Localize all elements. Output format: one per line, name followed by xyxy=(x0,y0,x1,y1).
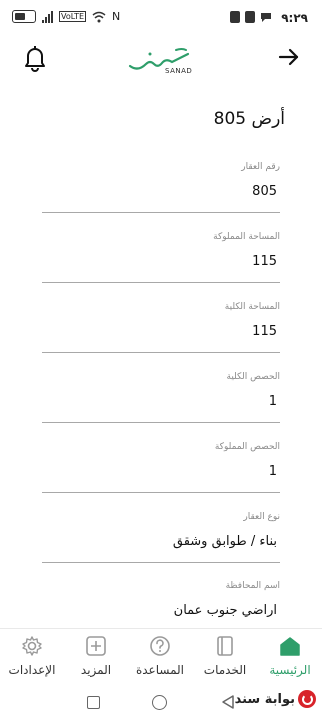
field-owned-area: المساحة المملوكة 115 xyxy=(42,232,280,283)
app-header: SANAD xyxy=(0,36,322,80)
watermark-text: بوابة سند xyxy=(234,691,295,707)
home-icon xyxy=(280,637,300,656)
gear-icon xyxy=(22,636,42,656)
nav-label: الخدمات xyxy=(203,663,247,677)
arrow-right-icon[interactable] xyxy=(278,46,300,68)
field-label: المساحة المملوكة xyxy=(213,232,280,242)
watermark-logo-icon xyxy=(298,690,316,708)
services-icon xyxy=(217,636,233,656)
sim-icon xyxy=(245,11,255,23)
signal-icon xyxy=(42,10,53,23)
recents-button[interactable] xyxy=(87,696,100,709)
field-label: رقم العقار xyxy=(241,162,280,172)
nav-label: الرئيسية xyxy=(269,663,311,677)
field-label: الحصص الكلية xyxy=(226,372,280,382)
nav-label: الإعدادات xyxy=(8,663,56,677)
nav-item-settings[interactable]: الإعدادات xyxy=(0,635,64,685)
nav-label: المساعدة xyxy=(135,663,185,677)
field-owned-shares: الحصص المملوكة 1 xyxy=(42,442,280,493)
upload-icon xyxy=(230,11,240,23)
bell-icon[interactable] xyxy=(22,44,48,72)
back-triangle-icon[interactable] xyxy=(221,694,235,710)
field-label: نوع العقار xyxy=(243,512,280,522)
battery-icon xyxy=(12,10,36,23)
field-value: بناء / طوابق وشقق xyxy=(172,534,277,549)
logo-text: SANAD xyxy=(165,67,193,75)
field-label: الحصص المملوكة xyxy=(214,442,280,452)
field-total-area: المساحة الكلية 115 xyxy=(42,302,280,353)
watermark: بوابة سند xyxy=(235,690,316,708)
nav-label: المزيد xyxy=(80,663,112,677)
status-icons-left: VoLTE N xyxy=(12,10,120,23)
chat-icon xyxy=(261,13,271,22)
plus-square-icon xyxy=(86,636,106,656)
nav-item-help[interactable]: المساعدة xyxy=(128,635,192,685)
field-total-shares: الحصص الكلية 1 xyxy=(42,372,280,423)
field-property-number: رقم العقار 805 xyxy=(42,162,280,213)
field-value: 1 xyxy=(268,394,277,409)
home-button[interactable] xyxy=(152,695,167,710)
field-value: اراضي جنوب عمان xyxy=(173,603,277,618)
nfc-icon: N xyxy=(112,10,121,23)
status-time: ٩:٢٩ xyxy=(281,11,308,25)
nav-item-more[interactable]: المزيد xyxy=(64,635,128,685)
nav-item-services[interactable]: الخدمات xyxy=(193,635,257,685)
field-label: المساحة الكلية xyxy=(224,302,280,312)
help-circle-icon xyxy=(150,636,170,656)
field-governorate-name: اسم المحافظة اراضي جنوب عمان xyxy=(42,581,280,632)
field-value: 115 xyxy=(252,324,277,339)
status-bar: VoLTE N ٩:٢٩ xyxy=(0,0,322,36)
field-value: 115 xyxy=(252,254,277,269)
wifi-icon xyxy=(92,11,106,22)
nav-item-home[interactable]: الرئيسية xyxy=(258,635,322,685)
page-title: أرض 805 xyxy=(213,109,285,129)
status-icons-right xyxy=(230,11,272,23)
field-label: اسم المحافظة xyxy=(225,581,280,591)
bottom-nav: الإعدادات المزيد المساعدة الخدمات الرئيس… xyxy=(0,628,322,685)
field-value: 805 xyxy=(252,184,277,199)
field-value: 1 xyxy=(268,464,277,479)
field-property-type: نوع العقار بناء / طوابق وشقق xyxy=(42,512,280,563)
network-label: VoLTE xyxy=(59,11,87,22)
